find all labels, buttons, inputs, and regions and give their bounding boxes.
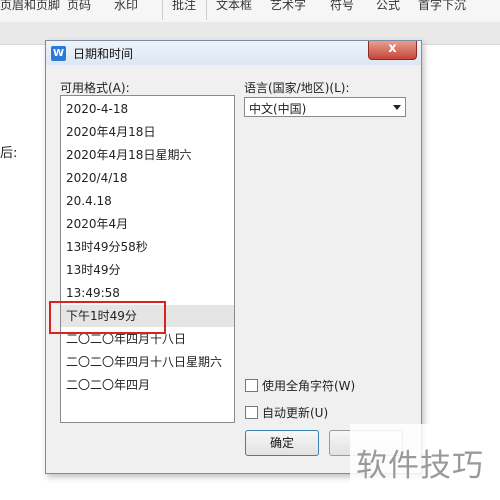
ribbon-item-comment[interactable]: 批注 (172, 0, 196, 22)
close-button[interactable]: x (368, 41, 417, 60)
ribbon-item-wordart[interactable]: 艺术字 (270, 0, 306, 22)
ribbon-separator (206, 0, 207, 20)
ribbon-item-textbox[interactable]: 文本框 (216, 0, 252, 22)
dialog-title: 日期和时间 (73, 47, 134, 61)
ribbon-item-formula[interactable]: 公式 (376, 0, 400, 22)
dialog-titlebar[interactable]: W 日期和时间 x (46, 41, 421, 65)
format-list-item[interactable]: 20.4.18 (66, 190, 112, 212)
chevron-down-icon[interactable] (393, 105, 401, 110)
ribbon-item-page-number[interactable]: 页码 (67, 0, 91, 22)
language-label: 语言(国家/地区)(L): (244, 81, 350, 95)
language-select[interactable]: 中文(中国) (244, 97, 406, 117)
formats-label: 可用格式(A): (60, 81, 130, 95)
format-list-item[interactable]: 二〇二〇年四月 (66, 374, 150, 396)
fullwidth-checkbox[interactable] (245, 379, 258, 392)
ribbon-item-header-footer[interactable]: 页眉和页脚 (0, 0, 60, 22)
format-list-item[interactable]: 2020-4-18 (66, 98, 128, 120)
ribbon-item-symbol[interactable]: 符号 (330, 0, 354, 22)
selection-highlight-box (49, 301, 166, 334)
ok-button[interactable]: 确定 (245, 430, 319, 456)
autoupdate-label[interactable]: 自动更新(U) (262, 404, 328, 421)
format-list-item[interactable]: 2020年4月18日 (66, 121, 155, 143)
document-text: 后: (0, 146, 18, 161)
format-list-item[interactable]: 13时49分 (66, 259, 121, 281)
date-time-dialog: W 日期和时间 x 可用格式(A): 2020-4-18 2020年4月18日 … (45, 40, 422, 474)
ribbon-item-dropcap[interactable]: 首字下沉 (418, 0, 466, 22)
autoupdate-checkbox[interactable] (245, 406, 258, 419)
language-select-value: 中文(中国) (249, 102, 307, 116)
format-list-item[interactable]: 二〇二〇年四月十八日星期六 (66, 351, 222, 373)
ribbon-separator (162, 0, 163, 20)
format-list-item[interactable]: 2020年4月18日星期六 (66, 144, 191, 166)
format-list-item[interactable]: 2020/4/18 (66, 167, 128, 189)
formats-listbox[interactable]: 2020-4-18 2020年4月18日 2020年4月18日星期六 2020/… (60, 95, 235, 423)
wps-app-icon: W (51, 46, 66, 61)
fullwidth-label[interactable]: 使用全角字符(W) (262, 377, 355, 394)
ribbon-toolbar: 页眉和页脚 页码 水印 批注 文本框 艺术字 符号 公式 首字下沉 (0, 0, 500, 23)
ribbon-item-watermark[interactable]: 水印 (114, 0, 138, 22)
watermark-text: 软件技巧 (356, 448, 484, 484)
format-list-item[interactable]: 2020年4月 (66, 213, 128, 235)
format-list-item[interactable]: 13时49分58秒 (66, 236, 148, 258)
